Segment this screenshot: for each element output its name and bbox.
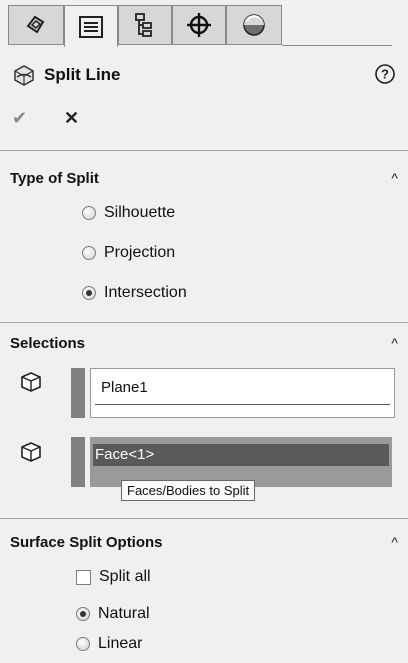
list-item[interactable]: Plane1 xyxy=(101,379,148,396)
radio-label: Intersection xyxy=(104,284,187,301)
list-item-selected[interactable]: Face<1> xyxy=(93,444,389,466)
display-manager-icon xyxy=(243,14,265,36)
radio-linear[interactable]: Linear xyxy=(76,635,142,653)
cancel-button[interactable]: ✕ xyxy=(64,108,79,129)
radio-button[interactable] xyxy=(82,206,96,220)
split-by-selection-list[interactable]: Plane1 xyxy=(90,368,395,418)
radio-label: Silhouette xyxy=(104,204,176,221)
radio-label: Natural xyxy=(98,605,150,622)
section-divider xyxy=(0,150,408,151)
split-line-icon xyxy=(14,65,34,86)
radio-intersection[interactable]: Intersection xyxy=(82,284,187,302)
tab-feature-manager[interactable] xyxy=(8,5,64,45)
tooltip: Faces/Bodies to Split xyxy=(121,480,256,501)
split-all-checkbox[interactable] xyxy=(76,569,91,585)
radio-button[interactable] xyxy=(76,637,90,651)
property-manager-header: Split Line ? xyxy=(12,63,404,89)
tab-dimxpert-manager[interactable] xyxy=(172,5,226,45)
selection-color-bar xyxy=(71,437,85,487)
help-icon[interactable]: ? xyxy=(374,63,396,85)
selection-color-bar xyxy=(71,368,85,418)
tab-property-manager[interactable] xyxy=(64,5,118,47)
surface-split-options-collapse-icon[interactable]: ^ xyxy=(391,534,398,550)
surface-split-options-title[interactable]: Surface Split Options xyxy=(10,534,163,551)
plane-selection-icon xyxy=(21,372,41,392)
radio-projection[interactable]: Projection xyxy=(82,244,175,262)
configuration-manager-icon xyxy=(135,13,152,37)
property-manager-icon xyxy=(79,15,103,38)
radio-label: Projection xyxy=(104,244,176,261)
ok-button[interactable]: ✔ xyxy=(12,108,27,129)
radio-button[interactable] xyxy=(76,607,90,621)
svg-text:?: ? xyxy=(381,67,389,82)
tab-display-manager[interactable] xyxy=(226,5,282,45)
dimxpert-manager-icon xyxy=(187,13,211,37)
section-divider xyxy=(0,322,408,323)
manager-tab-bar xyxy=(8,5,392,47)
radio-natural[interactable]: Natural xyxy=(76,605,150,623)
face-selection-icon xyxy=(21,442,41,462)
radio-button[interactable] xyxy=(82,286,96,300)
tab-configuration-manager[interactable] xyxy=(118,5,172,45)
radio-button[interactable] xyxy=(82,246,96,260)
selections-title[interactable]: Selections xyxy=(10,335,85,352)
feature-manager-icon xyxy=(26,15,45,34)
section-divider xyxy=(0,518,408,519)
radio-silhouette[interactable]: Silhouette xyxy=(82,204,175,222)
page-title: Split Line xyxy=(44,65,121,84)
list-divider xyxy=(95,404,390,405)
checkbox-label: Split all xyxy=(99,568,151,585)
selections-collapse-icon[interactable]: ^ xyxy=(391,335,398,351)
type-of-split-title[interactable]: Type of Split xyxy=(10,170,99,187)
radio-label: Linear xyxy=(98,635,143,652)
tab-bar-divider xyxy=(282,45,392,46)
type-of-split-collapse-icon[interactable]: ^ xyxy=(391,170,398,186)
split-all-checkbox-row[interactable]: Split all xyxy=(76,568,151,586)
